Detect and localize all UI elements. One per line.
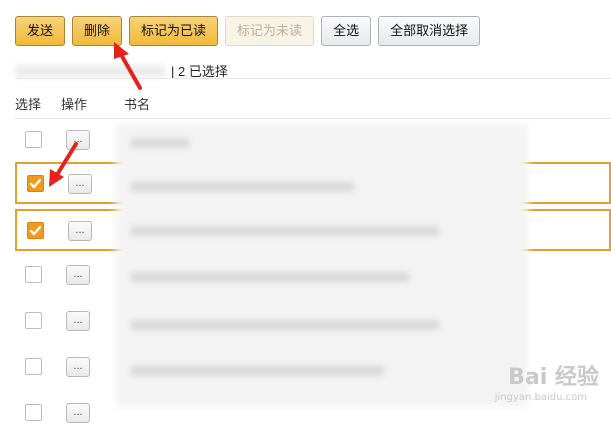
watermark-logo: Bai 经验 bbox=[508, 365, 599, 390]
deselect-all-button[interactable]: 全部取消选择 bbox=[378, 16, 481, 46]
more-actions-button[interactable]: ... bbox=[68, 221, 92, 241]
header-actions: 操作 bbox=[61, 97, 88, 112]
redacted-title-area bbox=[116, 124, 528, 407]
redacted-title bbox=[130, 272, 410, 282]
checkmark-icon bbox=[29, 225, 42, 236]
header-title: 书名 bbox=[124, 97, 151, 112]
watermark-url: jingyan.baidu.com bbox=[494, 392, 587, 403]
toolbar: 发送 删除 标记为已读 标记为未读 全选 全部取消选择 bbox=[15, 16, 481, 46]
divider bbox=[15, 78, 611, 79]
checkbox[interactable] bbox=[25, 358, 42, 375]
checkmark-icon bbox=[29, 178, 42, 189]
more-actions-button[interactable]: ... bbox=[66, 130, 90, 150]
mark-read-button[interactable]: 标记为已读 bbox=[129, 16, 219, 46]
redacted-title bbox=[130, 182, 355, 192]
more-actions-button[interactable]: ... bbox=[66, 403, 90, 423]
header-select: 选择 bbox=[15, 97, 42, 112]
select-all-button[interactable]: 全选 bbox=[321, 16, 372, 46]
more-actions-button[interactable]: ... bbox=[68, 174, 92, 194]
redacted-title bbox=[130, 226, 440, 236]
delete-button[interactable]: 删除 bbox=[72, 16, 123, 46]
redacted-title bbox=[130, 320, 440, 330]
checkbox[interactable] bbox=[25, 266, 42, 283]
mark-unread-button: 标记为未读 bbox=[225, 16, 315, 46]
checkbox-checked[interactable] bbox=[27, 222, 44, 239]
checkbox[interactable] bbox=[25, 312, 42, 329]
redacted-title bbox=[130, 366, 385, 376]
send-button[interactable]: 发送 bbox=[15, 16, 66, 46]
table-header: 选择 操作 书名 bbox=[15, 94, 611, 116]
checkbox-checked[interactable] bbox=[27, 175, 44, 192]
more-actions-button[interactable]: ... bbox=[66, 357, 90, 377]
redacted-title bbox=[130, 138, 190, 148]
more-actions-button[interactable]: ... bbox=[66, 311, 90, 331]
more-actions-button[interactable]: ... bbox=[66, 265, 90, 285]
checkbox[interactable] bbox=[25, 131, 42, 148]
redacted-text bbox=[15, 64, 165, 77]
